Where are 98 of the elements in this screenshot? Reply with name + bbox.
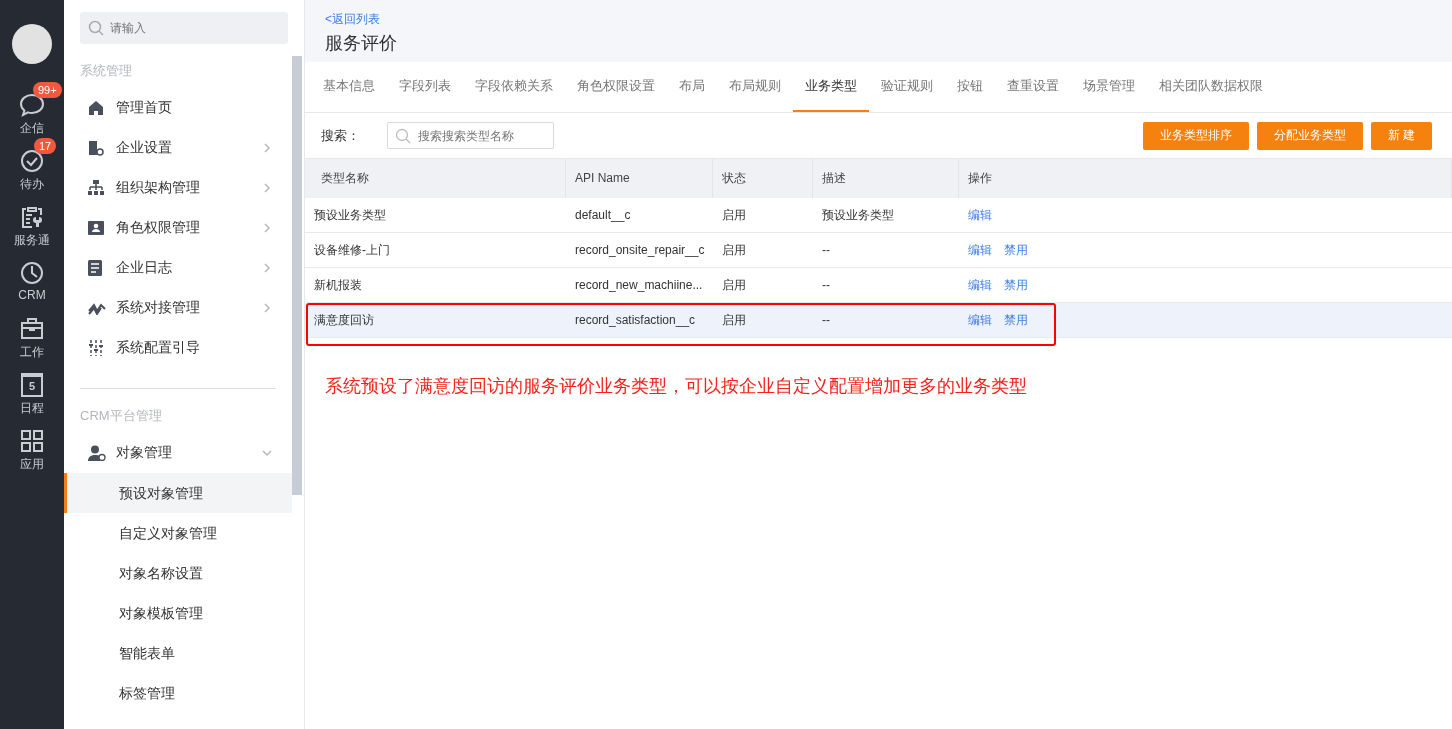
table-cell: record_satisfaction__c bbox=[575, 313, 696, 327]
chevron-icon bbox=[262, 143, 272, 153]
rail-nav-item[interactable]: 服务通 bbox=[14, 232, 50, 249]
tab[interactable]: 场景管理 bbox=[1071, 62, 1147, 112]
table-row[interactable]: 设备维修-上门 record_onsite_repair__c 启用 -- 编辑 禁用 bbox=[305, 233, 1452, 268]
column-header: 类型名称 bbox=[305, 159, 566, 198]
column-header: 状态 bbox=[713, 159, 813, 198]
rail-nav-item[interactable]: CRM bbox=[18, 288, 46, 302]
sidebar-subitem[interactable]: 标签管理 bbox=[64, 673, 292, 713]
table-cell: -- bbox=[822, 313, 830, 327]
search-icon bbox=[88, 20, 104, 36]
sidebar-subitem[interactable]: 对象名称设置 bbox=[64, 553, 292, 593]
tab[interactable]: 相关团队数据权限 bbox=[1147, 62, 1275, 112]
back-link[interactable]: <返回列表 bbox=[325, 11, 1452, 27]
grid-icon bbox=[21, 430, 43, 452]
tab[interactable]: 字段依赖关系 bbox=[463, 62, 565, 112]
table-cell: -- bbox=[822, 278, 830, 292]
rail-nav-item[interactable]: 应用 bbox=[20, 456, 44, 473]
table-cell: 启用 bbox=[722, 277, 746, 292]
row-action-link[interactable]: 禁用 bbox=[1004, 241, 1028, 259]
table-cell: 满意度回访 bbox=[314, 312, 374, 327]
sidebar-item[interactable]: 系统对接管理 bbox=[80, 288, 276, 328]
table-cell: 预设业务类型 bbox=[822, 207, 894, 222]
row-action-link[interactable]: 编辑 bbox=[968, 241, 992, 259]
table-cell: 启用 bbox=[722, 312, 746, 327]
table-row[interactable]: 满意度回访 record_satisfaction__c 启用 -- 编辑 禁用 bbox=[305, 303, 1452, 338]
tab[interactable]: 字段列表 bbox=[387, 62, 463, 112]
user-gear-icon bbox=[88, 445, 106, 461]
count-badge: 99+ bbox=[33, 82, 62, 98]
table-cell: 设备维修-上门 bbox=[314, 242, 390, 257]
chevron-icon bbox=[262, 303, 272, 313]
sidebar-item[interactable]: 对象管理 bbox=[80, 433, 276, 473]
table-cell: 新机报装 bbox=[314, 277, 362, 292]
tab[interactable]: 业务类型 bbox=[793, 62, 869, 112]
tab[interactable]: 基本信息 bbox=[311, 62, 387, 112]
check-circle-icon bbox=[20, 149, 44, 173]
sidebar-item[interactable]: 系统配置引导 bbox=[80, 328, 276, 368]
rail-nav-item[interactable]: 工作 bbox=[20, 344, 44, 361]
rail-nav-item[interactable]: 企信 bbox=[20, 120, 44, 137]
chevron-icon bbox=[262, 183, 272, 193]
sidebar-subitem[interactable]: 对象模板管理 bbox=[64, 593, 292, 633]
rail-nav-item[interactable]: 待办 bbox=[20, 176, 44, 193]
search-label: 搜索： bbox=[321, 126, 361, 145]
document-icon bbox=[88, 260, 102, 276]
row-action-link[interactable]: 禁用 bbox=[1004, 276, 1028, 294]
table-cell: 启用 bbox=[722, 207, 746, 222]
sidebar-subitem[interactable]: 预设对象管理 bbox=[64, 473, 292, 513]
avatar-icon[interactable] bbox=[12, 24, 52, 64]
section-title: CRM平台管理 bbox=[80, 407, 163, 425]
row-action-link[interactable]: 编辑 bbox=[968, 206, 992, 224]
calendar-icon: 5 bbox=[21, 373, 43, 397]
building-gear-icon bbox=[88, 140, 104, 156]
table-cell: -- bbox=[822, 243, 830, 257]
briefcase-icon bbox=[21, 318, 43, 340]
table-cell: 预设业务类型 bbox=[314, 207, 386, 222]
column-header: 操作 bbox=[959, 159, 1452, 198]
chevron-icon bbox=[262, 263, 272, 273]
column-header: 描述 bbox=[813, 159, 959, 198]
chevron-icon bbox=[262, 448, 272, 458]
table-cell: record_onsite_repair__c bbox=[575, 243, 705, 257]
sidebar-item[interactable]: 组织架构管理 bbox=[80, 168, 276, 208]
tab[interactable]: 按钮 bbox=[945, 62, 995, 112]
sliders-icon bbox=[88, 340, 104, 356]
home-icon bbox=[88, 100, 104, 116]
row-action-link[interactable]: 编辑 bbox=[968, 276, 992, 294]
search-icon bbox=[395, 127, 411, 144]
chevron-icon bbox=[262, 223, 272, 233]
sidebar-item[interactable]: 角色权限管理 bbox=[80, 208, 276, 248]
sidebar-subitem[interactable]: 自定义对象管理 bbox=[64, 513, 292, 553]
column-header: API Name bbox=[566, 159, 713, 198]
scrollbar[interactable] bbox=[292, 56, 302, 495]
tab[interactable]: 验证规则 bbox=[869, 62, 945, 112]
annotation-text: 系统预设了满意度回访的服务评价业务类型，可以按企业自定义配置增加更多的业务类型 bbox=[325, 375, 1028, 398]
table-cell: default__c bbox=[575, 208, 631, 222]
sidebar-subitem[interactable]: 智能表单 bbox=[64, 633, 292, 673]
id-card-icon bbox=[88, 221, 104, 235]
section-title: 系统管理 bbox=[80, 62, 133, 80]
clock-icon bbox=[20, 261, 44, 285]
row-action-link[interactable]: 禁用 bbox=[1004, 311, 1028, 329]
sidebar-item[interactable]: 管理首页 bbox=[80, 88, 276, 128]
count-badge: 17 bbox=[34, 138, 57, 154]
tab[interactable]: 查重设置 bbox=[995, 62, 1071, 112]
clipboard-wrench-icon bbox=[20, 205, 44, 229]
search-field[interactable]: 搜索搜索类型名称 bbox=[387, 122, 554, 149]
tab[interactable]: 布局规则 bbox=[717, 62, 793, 112]
tab[interactable]: 布局 bbox=[667, 62, 717, 112]
sidebar-item[interactable]: 企业设置 bbox=[80, 128, 276, 168]
table-cell: 启用 bbox=[722, 242, 746, 257]
row-action-link[interactable]: 编辑 bbox=[968, 311, 992, 329]
chat-bubble-icon bbox=[19, 93, 45, 117]
org-chart-icon bbox=[88, 180, 104, 196]
page-title: 服务评价 bbox=[325, 32, 398, 55]
sidebar-item[interactable]: 企业日志 bbox=[80, 248, 276, 288]
rail-nav-item[interactable]: 日程 bbox=[20, 400, 44, 417]
search-field[interactable]: 请输入 bbox=[80, 12, 288, 44]
table-cell: record_new_machiine... bbox=[575, 278, 703, 292]
tab[interactable]: 角色权限设置 bbox=[565, 62, 667, 112]
table-row[interactable]: 预设业务类型 default__c 启用 预设业务类型 编辑 bbox=[305, 198, 1452, 233]
